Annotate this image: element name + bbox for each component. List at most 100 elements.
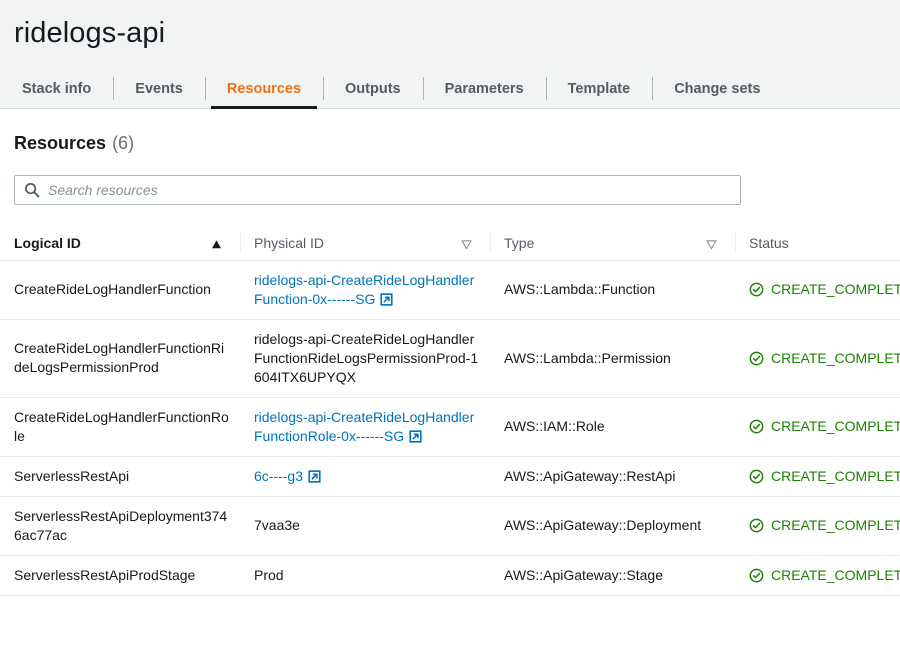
cell-physical-id: Prod xyxy=(240,555,490,596)
tab-label: Outputs xyxy=(345,80,401,97)
table-header-row: Logical ID Physical ID Type Status xyxy=(0,228,900,261)
cell-type: AWS::Lambda::Function xyxy=(490,260,735,320)
tab-label: Change sets xyxy=(674,80,761,97)
search-container xyxy=(0,154,900,205)
physical-id-link[interactable]: 6c----g3 xyxy=(254,468,303,484)
status-label: CREATE_COMPLETE xyxy=(771,349,900,366)
status-label: CREATE_COMPLETE xyxy=(771,467,900,484)
external-link-icon[interactable] xyxy=(380,292,393,306)
cell-logical-id: ServerlessRestApiProdStage xyxy=(0,555,240,596)
cell-logical-id: ServerlessRestApi xyxy=(0,456,240,497)
search-icon xyxy=(24,182,40,198)
main-content: Resources (6) Logical ID Physical ID Type S… xyxy=(0,109,900,596)
table-body: CreateRideLogHandlerFunction ridelogs-api… xyxy=(0,260,900,596)
table-row: CreateRideLogHandlerFunction ridelogs-api… xyxy=(0,260,900,320)
cell-type: AWS::Lambda::Permission xyxy=(490,319,735,398)
column-header-type[interactable]: Type xyxy=(490,228,735,261)
page-header: ridelogs-api Stack info Events Resources Ou… xyxy=(0,0,900,109)
column-header-status[interactable]: Status xyxy=(735,228,900,261)
status-label: CREATE_COMPLETE xyxy=(771,517,900,533)
status-badge: CREATE_COMPLETE xyxy=(749,467,900,486)
column-divider xyxy=(735,232,736,251)
table-row: CreateRideLogHandlerFunctionRideLogsPerm… xyxy=(0,319,900,398)
sort-descending-icon xyxy=(461,237,472,250)
column-header-physical-id[interactable]: Physical ID xyxy=(240,228,490,261)
cell-physical-id: 6c----g3 xyxy=(240,456,490,497)
status-success-icon xyxy=(749,469,764,484)
physical-id-link[interactable]: ridelogs-api-CreateRideLogHandlerFunctio… xyxy=(254,272,474,307)
cell-physical-id: ridelogs-api-CreateRideLogHandlerFunctio… xyxy=(240,260,490,320)
table-header: Logical ID Physical ID Type Status xyxy=(0,228,900,261)
cell-status: CREATE_COMPLETE xyxy=(735,397,900,457)
resources-table: Logical ID Physical ID Type Status CreateRi… xyxy=(0,228,900,596)
tab-bar: Stack info Events Resources Outputs Paramete… xyxy=(0,68,900,109)
page-title: ridelogs-api xyxy=(14,17,166,49)
tab-template[interactable]: Template xyxy=(545,68,653,109)
status-badge: CREATE_COMPLETE xyxy=(749,349,900,368)
status-label: CREATE_COMPLETE xyxy=(771,418,900,434)
status-label: CREATE_COMPLETE xyxy=(771,281,900,297)
cell-type: AWS::IAM::Role xyxy=(490,397,735,457)
table-row: ServerlessRestApiDeployment3746ac77ac 7va… xyxy=(0,496,900,556)
status-badge: CREATE_COMPLETE xyxy=(749,280,900,299)
cell-logical-id: CreateRideLogHandlerFunctionRole xyxy=(0,397,240,457)
physical-id-text: Prod xyxy=(254,566,284,583)
tab-stack-info[interactable]: Stack info xyxy=(0,68,113,109)
physical-id-text: ridelogs-api-CreateRideLogHandlerFunctio… xyxy=(254,330,479,385)
column-header-inner: Physical ID xyxy=(254,235,480,251)
tab-parameters[interactable]: Parameters xyxy=(422,68,546,109)
tab-label: Resources xyxy=(226,80,302,97)
tab-label: Template xyxy=(567,80,631,97)
cell-status: CREATE_COMPLETE xyxy=(735,555,900,596)
table-row: ServerlessRestApi 6c----g3 AWS::ApiGateway… xyxy=(0,456,900,497)
cell-physical-id: ridelogs-api-CreateRideLogHandlerFunctio… xyxy=(240,397,490,457)
tab-resources[interactable]: Resources xyxy=(204,68,323,109)
column-header-label: Logical ID xyxy=(14,234,81,251)
external-link-icon[interactable] xyxy=(409,429,422,443)
column-header-label: Status xyxy=(749,234,789,251)
status-success-icon xyxy=(749,419,764,434)
section-count: (6) xyxy=(112,133,135,153)
cell-status: CREATE_COMPLETE xyxy=(735,456,900,497)
search-input[interactable] xyxy=(48,182,731,198)
tab-label: Events xyxy=(135,80,183,97)
physical-id-link[interactable]: ridelogs-api-CreateRideLogHandlerFunctio… xyxy=(254,409,474,444)
column-header-logical-id[interactable]: Logical ID xyxy=(0,228,240,261)
table-row: CreateRideLogHandlerFunctionRole ridelogs… xyxy=(0,397,900,457)
cell-type: AWS::ApiGateway::RestApi xyxy=(490,456,735,497)
external-link-icon[interactable] xyxy=(308,469,321,483)
tab-label: Stack info xyxy=(22,80,92,97)
section-header: Resources (6) xyxy=(0,109,900,154)
tab-label: Parameters xyxy=(444,80,524,97)
column-header-inner: Status xyxy=(749,235,890,251)
column-header-inner: Type xyxy=(504,235,725,251)
sort-ascending-icon xyxy=(211,237,222,249)
status-success-icon xyxy=(749,518,764,533)
cell-physical-id: 7vaa3e xyxy=(240,496,490,556)
tab-outputs[interactable]: Outputs xyxy=(323,68,423,109)
cell-status: CREATE_COMPLETE xyxy=(735,496,900,556)
physical-id-text: 7vaa3e xyxy=(254,517,300,533)
cell-physical-id: ridelogs-api-CreateRideLogHandlerFunctio… xyxy=(240,319,490,398)
status-success-icon xyxy=(749,351,764,366)
cell-status: CREATE_COMPLETE xyxy=(735,260,900,320)
column-divider xyxy=(240,232,241,251)
status-label: CREATE_COMPLETE xyxy=(771,566,900,583)
tab-change-sets[interactable]: Change sets xyxy=(652,68,782,109)
column-divider xyxy=(490,232,491,251)
tab-events[interactable]: Events xyxy=(113,68,205,109)
cell-logical-id: ServerlessRestApiDeployment3746ac77ac xyxy=(0,496,240,556)
cell-logical-id: CreateRideLogHandlerFunction xyxy=(0,260,240,320)
status-success-icon xyxy=(749,282,764,297)
column-header-label: Physical ID xyxy=(254,234,325,251)
cell-logical-id: CreateRideLogHandlerFunctionRideLogsPerm… xyxy=(0,319,240,398)
status-badge: CREATE_COMPLETE xyxy=(749,516,900,535)
cell-status: CREATE_COMPLETE xyxy=(735,319,900,398)
column-header-label: Type xyxy=(504,234,535,251)
status-success-icon xyxy=(749,568,764,583)
status-badge: CREATE_COMPLETE xyxy=(749,417,900,436)
cell-type: AWS::ApiGateway::Stage xyxy=(490,555,735,596)
sort-descending-icon xyxy=(706,237,717,250)
search-box[interactable] xyxy=(14,175,741,205)
cell-type: AWS::ApiGateway::Deployment xyxy=(490,496,735,556)
